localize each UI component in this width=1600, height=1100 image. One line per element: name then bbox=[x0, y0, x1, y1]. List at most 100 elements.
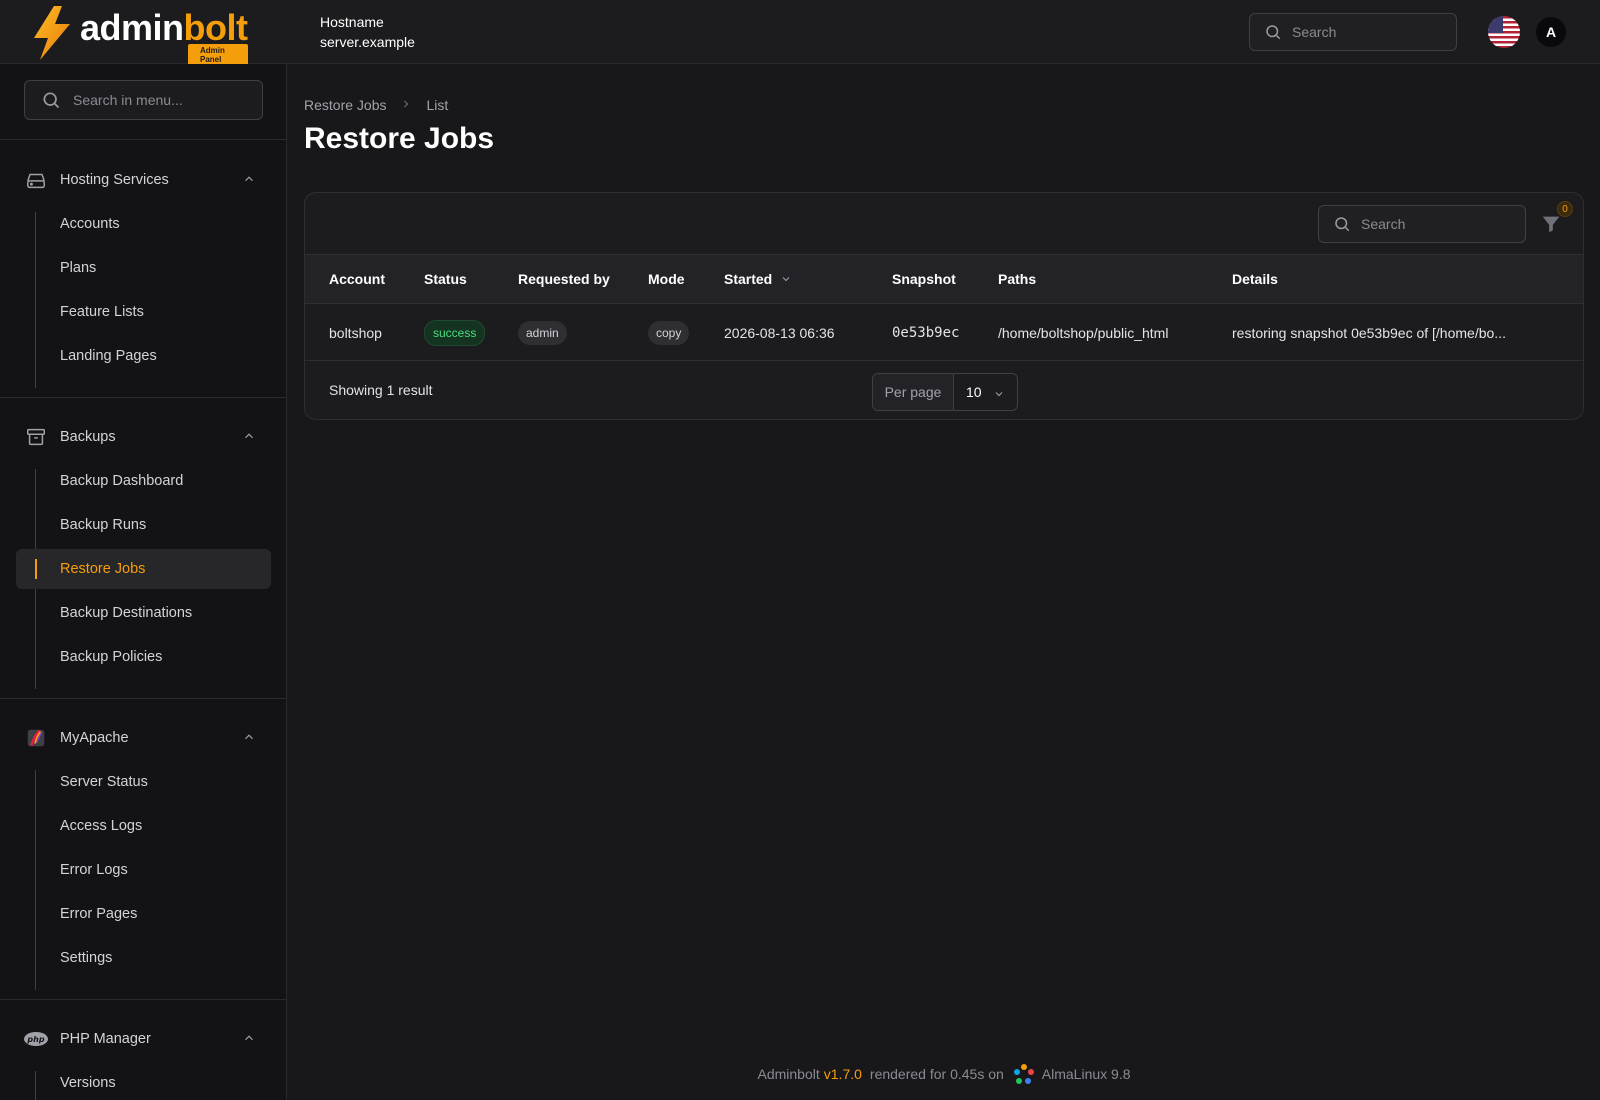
search-icon bbox=[43, 92, 60, 109]
restore-jobs-table-card: Search 0 Account Status Requested by Mod… bbox=[304, 192, 1584, 420]
search-icon bbox=[1335, 217, 1350, 232]
footer-app-name: Adminbolt bbox=[757, 1066, 820, 1082]
cell-status: success bbox=[424, 304, 486, 361]
table-toolbar: Search 0 bbox=[305, 193, 1583, 255]
footer-version[interactable]: v1.7.0 bbox=[824, 1066, 862, 1082]
page-footer: Adminbolt v1.7.0 rendered for 0.45s on A… bbox=[288, 1062, 1600, 1086]
hostname-label: Hostname bbox=[320, 14, 384, 30]
svg-text:php: php bbox=[26, 1035, 44, 1044]
menu-search-placeholder: Search in menu... bbox=[73, 92, 183, 108]
table-header: Account Status Requested by Mode Started… bbox=[305, 255, 1583, 304]
column-header-started[interactable]: Started bbox=[724, 271, 792, 287]
nav-group-php-manager[interactable]: php PHP Manager bbox=[24, 1027, 264, 1051]
us-flag-icon[interactable] bbox=[1488, 16, 1520, 48]
php-icon: php bbox=[24, 1027, 48, 1051]
sidebar-item-landing-pages[interactable]: Landing Pages bbox=[16, 336, 271, 376]
chevron-up-icon bbox=[245, 433, 253, 439]
sidebar-item-feature-lists[interactable]: Feature Lists bbox=[16, 292, 271, 332]
filter-count-badge: 0 bbox=[1557, 201, 1573, 217]
sidebar-item-settings[interactable]: Settings bbox=[16, 938, 271, 978]
sidebar-item-access-logs[interactable]: Access Logs bbox=[16, 806, 271, 846]
per-page-selected: 10 bbox=[966, 384, 982, 400]
cell-details: restoring snapshot 0e53b9ec of [/home/bo… bbox=[1232, 324, 1506, 341]
column-header-account[interactable]: Account bbox=[329, 271, 385, 287]
table-search-placeholder: Search bbox=[1361, 216, 1406, 232]
almalinux-logo-icon bbox=[1013, 1064, 1034, 1084]
column-header-status[interactable]: Status bbox=[424, 271, 467, 287]
result-count: Showing 1 result bbox=[329, 382, 433, 398]
sidebar-item-backup-policies[interactable]: Backup Policies bbox=[16, 637, 271, 677]
search-icon bbox=[1266, 25, 1281, 40]
sidebar-item-backup-runs[interactable]: Backup Runs bbox=[16, 505, 271, 545]
cell-mode: copy bbox=[648, 304, 690, 361]
cell-snapshot: 0e53b9ec bbox=[892, 324, 960, 341]
table-row[interactable]: boltshop success admin copy 2026-08-13 0… bbox=[305, 304, 1583, 361]
filter-icon[interactable] bbox=[1540, 213, 1562, 235]
nav-group-label: Hosting Services bbox=[60, 172, 169, 188]
per-page-label: Per page bbox=[873, 374, 954, 410]
divider bbox=[0, 698, 286, 699]
breadcrumb: Restore Jobs List bbox=[304, 97, 448, 113]
server-icon bbox=[24, 168, 48, 192]
cell-paths: /home/boltshop/public_html bbox=[998, 324, 1169, 341]
breadcrumb-link-restore-jobs[interactable]: Restore Jobs bbox=[304, 97, 386, 113]
chevron-right-icon bbox=[400, 97, 412, 113]
cell-requested-by: admin bbox=[518, 304, 567, 361]
brand-logo[interactable]: adminbolt Admin Panel bbox=[30, 6, 248, 66]
column-header-details[interactable]: Details bbox=[1232, 271, 1278, 287]
table-search-input[interactable]: Search bbox=[1318, 205, 1526, 243]
breadcrumb-current: List bbox=[426, 97, 449, 113]
archive-icon bbox=[24, 425, 48, 449]
cell-started: 2026-08-13 06:36 bbox=[724, 324, 835, 341]
per-page-value[interactable]: 10 bbox=[954, 374, 1017, 410]
column-header-paths[interactable]: Paths bbox=[998, 271, 1036, 287]
sidebar-item-restore-jobs[interactable]: Restore Jobs bbox=[16, 549, 271, 589]
divider bbox=[0, 999, 286, 1000]
table-pagination: Showing 1 result Per page 10 bbox=[305, 362, 1583, 419]
column-header-snapshot[interactable]: Snapshot bbox=[892, 271, 956, 287]
column-header-requested-by[interactable]: Requested by bbox=[518, 271, 610, 287]
nav-group-myapache[interactable]: MyApache bbox=[24, 726, 264, 750]
divider bbox=[0, 397, 286, 398]
nav-group-label: Backups bbox=[60, 429, 116, 445]
nav-group-backups[interactable]: Backups bbox=[24, 425, 264, 449]
lightning-bolt-icon bbox=[34, 6, 70, 60]
mode-badge: copy bbox=[648, 320, 690, 345]
sidebar-item-plans[interactable]: Plans bbox=[16, 248, 271, 288]
cell-account: boltshop bbox=[329, 324, 382, 341]
chevron-down-icon bbox=[995, 392, 1003, 397]
sidebar-item-error-pages[interactable]: Error Pages bbox=[16, 894, 271, 934]
nav-group-label: MyApache bbox=[60, 730, 129, 746]
hostname-value: server.example bbox=[320, 34, 415, 50]
footer-render-text: rendered for 0.45s on bbox=[869, 1066, 1004, 1082]
column-header-started-label: Started bbox=[724, 271, 773, 287]
sidebar: Search in menu... Hosting Services Accou… bbox=[0, 64, 287, 1100]
chevron-up-icon bbox=[245, 176, 253, 182]
sort-chevron-down-icon bbox=[782, 277, 790, 282]
sidebar-item-backup-destinations[interactable]: Backup Destinations bbox=[16, 593, 271, 633]
top-bar: adminbolt Admin Panel Hostname server.ex… bbox=[0, 0, 1600, 66]
menu-search-input[interactable]: Search in menu... bbox=[24, 80, 263, 120]
page-title: Restore Jobs bbox=[304, 122, 495, 155]
global-search-input[interactable]: Search bbox=[1249, 13, 1457, 51]
user-avatar[interactable]: A bbox=[1536, 17, 1566, 47]
sidebar-item-versions[interactable]: Versions bbox=[16, 1063, 271, 1100]
chevron-up-icon bbox=[245, 734, 253, 740]
column-header-mode[interactable]: Mode bbox=[648, 271, 685, 287]
nav-group-hosting-services[interactable]: Hosting Services bbox=[24, 168, 264, 192]
sidebar-item-server-status[interactable]: Server Status bbox=[16, 762, 271, 802]
divider bbox=[0, 139, 286, 140]
sidebar-item-backup-dashboard[interactable]: Backup Dashboard bbox=[16, 461, 271, 501]
requested-by-badge: admin bbox=[518, 320, 567, 345]
hostname-block: Hostname server.example bbox=[320, 12, 415, 52]
brand-badge: Admin Panel bbox=[188, 44, 248, 66]
sidebar-item-accounts[interactable]: Accounts bbox=[16, 204, 271, 244]
sidebar-item-error-logs[interactable]: Error Logs bbox=[16, 850, 271, 890]
apache-feather-icon bbox=[24, 726, 48, 750]
nav-group-label: PHP Manager bbox=[60, 1031, 151, 1047]
global-search-placeholder: Search bbox=[1292, 24, 1337, 40]
status-badge: success bbox=[424, 319, 486, 346]
footer-os-name: AlmaLinux 9.8 bbox=[1041, 1066, 1131, 1082]
chevron-up-icon bbox=[245, 1035, 253, 1041]
per-page-select[interactable]: Per page 10 bbox=[872, 373, 1018, 411]
